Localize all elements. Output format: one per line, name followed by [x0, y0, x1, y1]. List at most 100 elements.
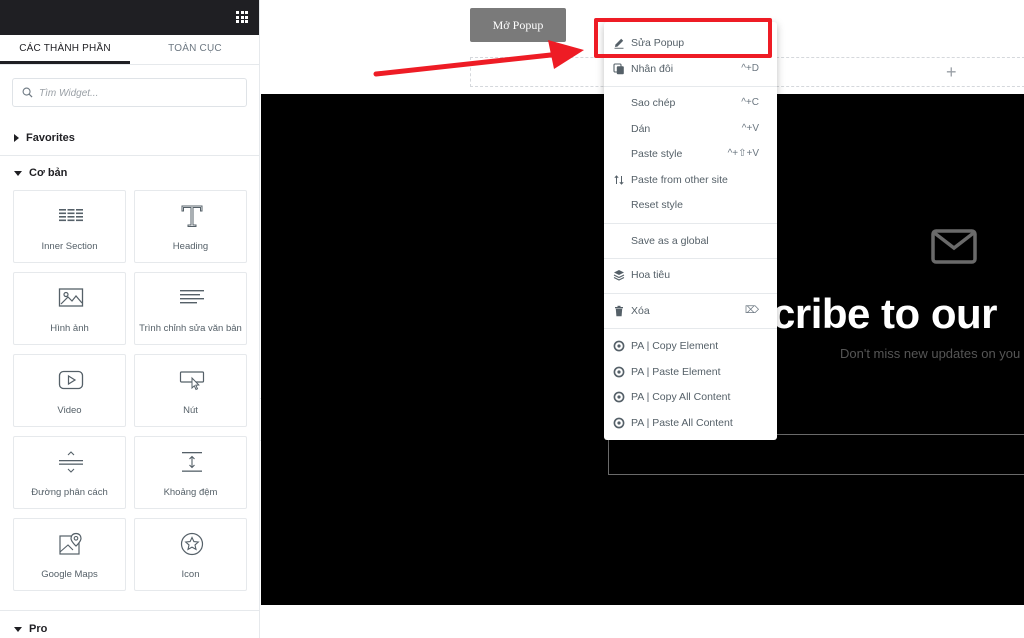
menu-item-shortcut: ^+D: [741, 63, 759, 74]
menu-item-pa-copy-element[interactable]: PA | Copy Element: [604, 334, 777, 358]
menu-item-reset-style[interactable]: Reset style: [604, 193, 777, 217]
tab-elements[interactable]: CÁC THÀNH PHẦN: [0, 35, 130, 64]
menu-item-label: Paste style: [631, 148, 683, 160]
section-pro-label: Pro: [29, 623, 48, 635]
menu-item-paste-style[interactable]: Paste style ^+⇧+V: [604, 142, 777, 166]
widget-video[interactable]: Video: [13, 354, 126, 427]
widget-label: Khoảng đệm: [163, 487, 218, 498]
menu-item-shortcut: ^+V: [741, 123, 759, 134]
panel-header: [0, 0, 259, 35]
divider-icon: [59, 451, 83, 473]
menu-item-delete[interactable]: Xóa ⌦: [604, 299, 777, 323]
widget-label: Google Maps: [41, 569, 98, 580]
video-icon: [58, 370, 84, 390]
widget-label: Icon: [181, 569, 200, 580]
widget-text-editor[interactable]: Trình chỉnh sửa văn bản: [134, 272, 247, 345]
widget-label: Inner Section: [41, 241, 98, 252]
widget-divider[interactable]: Đường phân cách: [13, 436, 126, 509]
menu-item-shortcut: ^+⇧+V: [727, 148, 759, 159]
caret-down-icon: [14, 626, 22, 632]
apps-grid-icon[interactable]: [236, 11, 248, 23]
widget-button[interactable]: Nút: [134, 354, 247, 427]
trash-icon: [615, 305, 623, 317]
star-icon: [180, 532, 204, 556]
red-arrow-icon: [373, 40, 584, 77]
layers-icon: [613, 270, 625, 281]
caret-right-icon: [14, 134, 19, 142]
heading-icon: [181, 205, 203, 227]
widget-grid: Inner Section Heading Hình ảnh Trình chỉ…: [13, 190, 247, 591]
menu-item-label: Nhân đôi: [631, 63, 674, 75]
menu-item-pa-copy-all-content[interactable]: PA | Copy All Content: [604, 385, 777, 409]
section-pro[interactable]: Pro: [0, 612, 259, 638]
widget-label: Hình ảnh: [50, 323, 89, 334]
menu-item-label: Save as a global: [631, 235, 709, 247]
section-basic[interactable]: Cơ bản: [0, 156, 259, 190]
highlight-box: [594, 18, 772, 58]
menu-item-label: Reset style: [631, 199, 683, 211]
menu-item-label: Xóa: [631, 305, 650, 317]
menu-item-label: PA | Copy Element: [631, 340, 719, 352]
menu-item-navigator[interactable]: Hoa tiêu: [604, 263, 777, 287]
search-input[interactable]: [39, 85, 239, 101]
tab-global[interactable]: TOÀN CỤC: [130, 35, 259, 64]
pa-icon: [613, 340, 625, 352]
menu-divider: [604, 86, 777, 87]
section-favorites[interactable]: Favorites: [0, 121, 259, 155]
envelope-icon: [931, 229, 977, 264]
widget-label: Heading: [172, 241, 209, 252]
widget-label: Trình chỉnh sửa văn bản: [139, 323, 242, 334]
menu-item-label: PA | Paste Element: [631, 366, 721, 378]
google-maps-icon: [59, 532, 82, 555]
widget-label: Video: [57, 405, 82, 416]
section-basic-label: Cơ bản: [29, 167, 68, 179]
widget-inner-section[interactable]: Inner Section: [13, 190, 126, 263]
elements-panel: CÁC THÀNH PHẦN TOÀN CỤC Favorites Cơ bản: [0, 0, 260, 638]
button-icon: [179, 371, 205, 391]
widget-spacer[interactable]: Khoảng đệm: [134, 436, 247, 509]
menu-item-copy[interactable]: Sao chép ^+C: [604, 91, 777, 115]
widget-google-maps[interactable]: Google Maps: [13, 518, 126, 591]
menu-divider: [604, 258, 777, 259]
subscribe-heading: cribe to our: [772, 290, 998, 337]
widget-icon[interactable]: Icon: [134, 518, 247, 591]
menu-item-paste-from-other-site[interactable]: Paste from other site: [604, 168, 777, 192]
menu-item-shortcut: ^+C: [741, 97, 759, 108]
image-icon: [58, 288, 84, 307]
widget-label: Đường phân cách: [31, 487, 108, 498]
inner-section-icon: [59, 209, 83, 222]
widget-label: Nút: [183, 405, 198, 416]
menu-item-label: PA | Copy All Content: [631, 391, 731, 403]
text-editor-icon: [180, 290, 204, 304]
menu-divider: [604, 293, 777, 294]
menu-item-label: Paste from other site: [631, 174, 728, 186]
section-favorites-label: Favorites: [26, 132, 75, 144]
divider: [0, 610, 259, 611]
menu-item-paste[interactable]: Dán ^+V: [604, 117, 777, 141]
caret-down-icon: [14, 170, 22, 176]
widget-heading[interactable]: Heading: [134, 190, 247, 263]
widget-image[interactable]: Hình ảnh: [13, 272, 126, 345]
pa-icon: [613, 417, 625, 429]
pa-icon: [613, 366, 625, 378]
search-icon: [22, 87, 33, 98]
duplicate-icon: [613, 63, 624, 75]
context-menu: Sửa Popup Nhân đôi ^+D Sao chép ^+C Dán …: [604, 22, 777, 440]
swap-arrows-icon: [614, 175, 624, 185]
menu-item-pa-paste-element[interactable]: PA | Paste Element: [604, 360, 777, 384]
menu-item-save-global[interactable]: Save as a global: [604, 229, 777, 253]
email-input-box[interactable]: [608, 434, 1024, 475]
panel-tabs: CÁC THÀNH PHẦN TOÀN CỤC: [0, 35, 259, 65]
menu-divider: [604, 223, 777, 224]
menu-item-duplicate[interactable]: Nhân đôi ^+D: [604, 57, 777, 81]
menu-item-label: Sao chép: [631, 97, 676, 109]
menu-item-shortcut: ⌦: [744, 305, 759, 316]
subscribe-subtext: Don't miss new updates on you: [840, 346, 1021, 361]
menu-item-pa-paste-all-content[interactable]: PA | Paste All Content: [604, 411, 777, 435]
pa-icon: [613, 391, 625, 403]
menu-item-label: PA | Paste All Content: [631, 417, 733, 429]
widget-search: [12, 78, 247, 107]
spacer-icon: [182, 452, 202, 472]
menu-item-label: Dán: [631, 123, 651, 135]
add-element-plus-icon[interactable]: +: [946, 62, 957, 82]
